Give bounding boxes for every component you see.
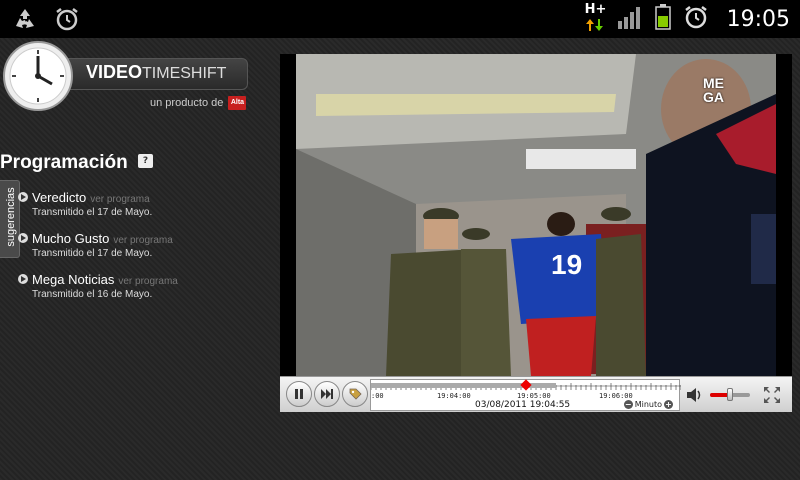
program-date: Transmitido el 17 de Mayo. — [32, 207, 153, 218]
battery-icon — [654, 4, 671, 34]
program-name: Mucho Gusto — [32, 231, 110, 246]
signal-icon — [617, 5, 643, 33]
ver-programa-link[interactable]: ver programa — [90, 194, 149, 205]
list-item-program[interactable]: Mega Noticias ver programa Transmitido el… — [18, 272, 178, 300]
ver-programa-link[interactable]: ver programa — [118, 276, 177, 287]
app-logo: VIDEOTIMESHIFT un producto de Alta — [2, 40, 252, 120]
alarm-clock-icon — [52, 4, 82, 34]
tag-icon — [349, 388, 362, 400]
alta-logo[interactable]: Alta — [228, 96, 247, 110]
timeline-scrubber[interactable]: :00 19:04:00 19:05:00 19:06:00 03/08/201… — [370, 379, 681, 411]
screen: H+ 19:05 VIDEOTIMESHIFT un producto de A… — [0, 0, 800, 480]
play-bullet-icon — [18, 192, 28, 202]
channel-logo: ME GA — [703, 75, 724, 105]
section-title: Programación — [0, 152, 128, 173]
player-controls: :00 19:04:00 19:05:00 19:06:00 03/08/201… — [280, 376, 792, 412]
recycle-icon — [10, 4, 40, 34]
skip-forward-button[interactable] — [314, 381, 340, 407]
tick-label: 19:05:00 — [517, 392, 551, 400]
video-frame[interactable]: 19 ME GA — [296, 54, 776, 376]
status-time: 19:05 — [726, 6, 790, 32]
program-name: Mega Noticias — [32, 272, 115, 287]
zoom-control: − Minuto + — [623, 400, 673, 409]
suggestions-tab[interactable]: sugerencias — [0, 180, 20, 258]
status-bar: H+ 19:05 — [0, 0, 800, 38]
suggestions-tab-label: sugerencias — [5, 187, 17, 247]
network-arrows-icon: H+ — [585, 3, 606, 35]
list-item-program[interactable]: Mucho Gusto ver programa Transmitido el 1… — [18, 231, 173, 259]
play-bullet-icon — [18, 274, 28, 284]
fullscreen-icon[interactable] — [762, 385, 782, 405]
list-item-program[interactable]: Veredicto ver programa Transmitido el 17 … — [18, 190, 153, 218]
jersey-number: 19 — [551, 249, 582, 280]
zoom-label: Minuto — [634, 400, 662, 409]
tick-label: :00 — [371, 392, 384, 400]
program-date: Transmitido el 16 de Mayo. — [32, 289, 153, 300]
logo-title: VIDEOTIMESHIFT — [86, 62, 227, 82]
ver-programa-link[interactable]: ver programa — [113, 235, 172, 246]
help-icon[interactable]: ? — [138, 154, 153, 168]
app-area: VIDEOTIMESHIFT un producto de Alta Progr… — [0, 38, 800, 480]
clock-logo-icon — [3, 41, 73, 111]
tick-label: 19:06:00 — [599, 392, 633, 400]
program-date: Transmitido el 17 de Mayo. — [32, 248, 153, 259]
volume-icon[interactable] — [686, 387, 704, 403]
skip-forward-icon — [321, 389, 333, 399]
volume-slider[interactable] — [710, 388, 750, 401]
pause-button[interactable] — [286, 381, 312, 407]
video-player[interactable]: 19 ME GA — [280, 54, 792, 376]
zoom-in-icon[interactable]: + — [664, 400, 673, 409]
program-name: Veredicto — [32, 190, 87, 205]
tag-button[interactable] — [342, 381, 368, 407]
volume-knob[interactable] — [727, 388, 733, 401]
play-bullet-icon — [18, 233, 28, 243]
alarm-icon — [683, 4, 709, 34]
pause-icon — [295, 389, 303, 399]
tick-label: 19:04:00 — [437, 392, 471, 400]
zoom-out-icon[interactable]: − — [623, 400, 633, 409]
current-datetime: 03/08/2011 19:04:55 — [475, 400, 571, 410]
logo-subtitle: un producto de Alta — [150, 96, 247, 110]
